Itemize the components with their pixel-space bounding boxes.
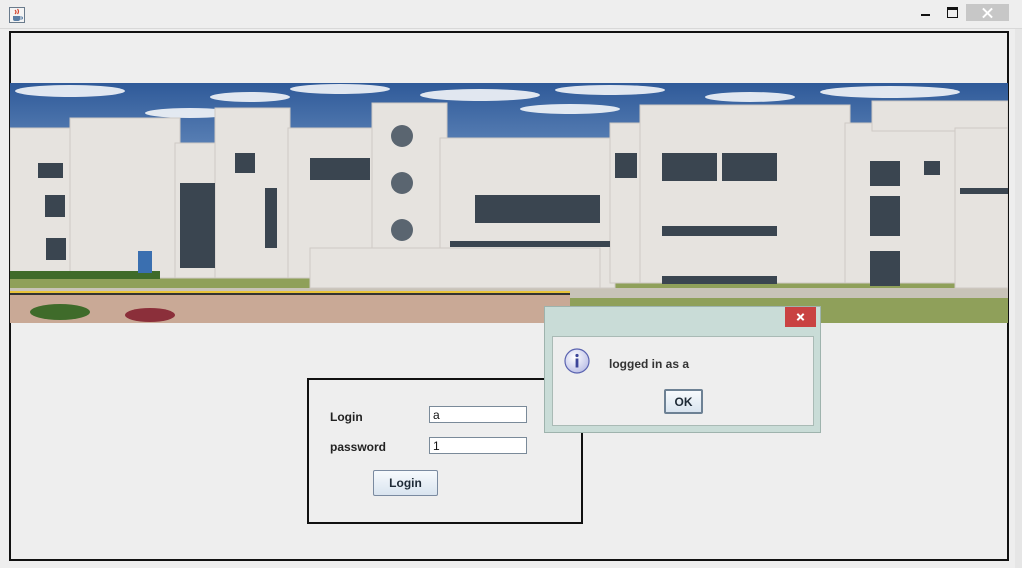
window-edge xyxy=(1015,29,1022,568)
title-bar xyxy=(0,0,1022,29)
login-input[interactable]: a xyxy=(429,406,527,423)
dialog-message: logged in as a xyxy=(609,357,690,371)
dialog-content: logged in as a OK xyxy=(552,336,814,426)
window-close-button[interactable] xyxy=(966,4,1009,21)
password-input[interactable]: 1 xyxy=(429,437,527,454)
minimize-button[interactable] xyxy=(912,4,940,21)
login-button[interactable]: Login xyxy=(373,470,438,496)
ok-button[interactable]: OK xyxy=(664,389,703,414)
message-dialog: logged in as a OK xyxy=(544,306,821,433)
maximize-button[interactable] xyxy=(940,4,966,21)
password-label: password xyxy=(330,440,387,454)
dialog-close-button[interactable] xyxy=(785,307,816,327)
login-label: Login xyxy=(330,410,363,424)
banner-image xyxy=(10,83,1008,323)
java-cup-icon[interactable] xyxy=(9,7,25,23)
info-icon xyxy=(564,348,590,374)
campus-building-photo xyxy=(10,83,1008,323)
